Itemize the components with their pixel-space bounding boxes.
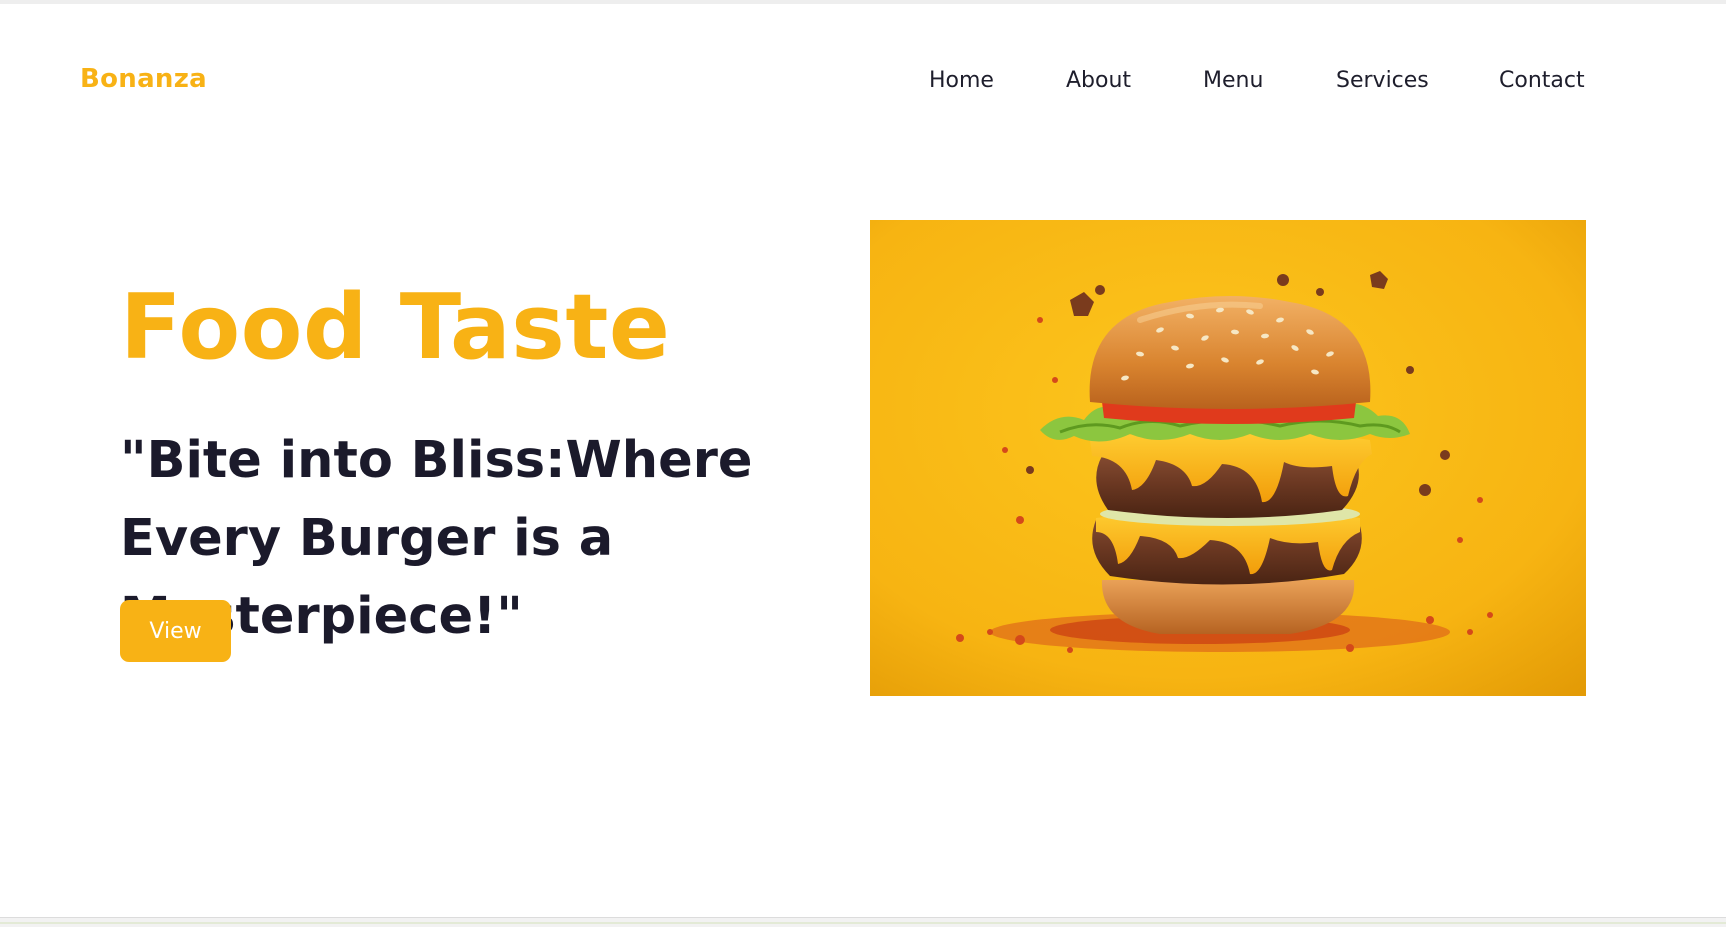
- nav-item-contact[interactable]: Contact: [1499, 68, 1585, 93]
- hero-title: Food Taste: [120, 275, 671, 380]
- nav-item-home[interactable]: Home: [929, 68, 994, 93]
- hero-tagline: "Bite into Bliss:Where Every Burger is a…: [120, 431, 753, 646]
- burger-image: [870, 220, 1586, 696]
- nav-item-services[interactable]: Services: [1336, 68, 1429, 93]
- browser-bottom-edge: [0, 917, 1726, 927]
- view-button[interactable]: View: [120, 600, 231, 662]
- nav-item-about[interactable]: About: [1066, 68, 1131, 93]
- browser-top-edge: [0, 0, 1726, 4]
- nav-item-menu[interactable]: Menu: [1203, 68, 1263, 93]
- main-nav: Home About Menu Services Contact: [0, 68, 1726, 98]
